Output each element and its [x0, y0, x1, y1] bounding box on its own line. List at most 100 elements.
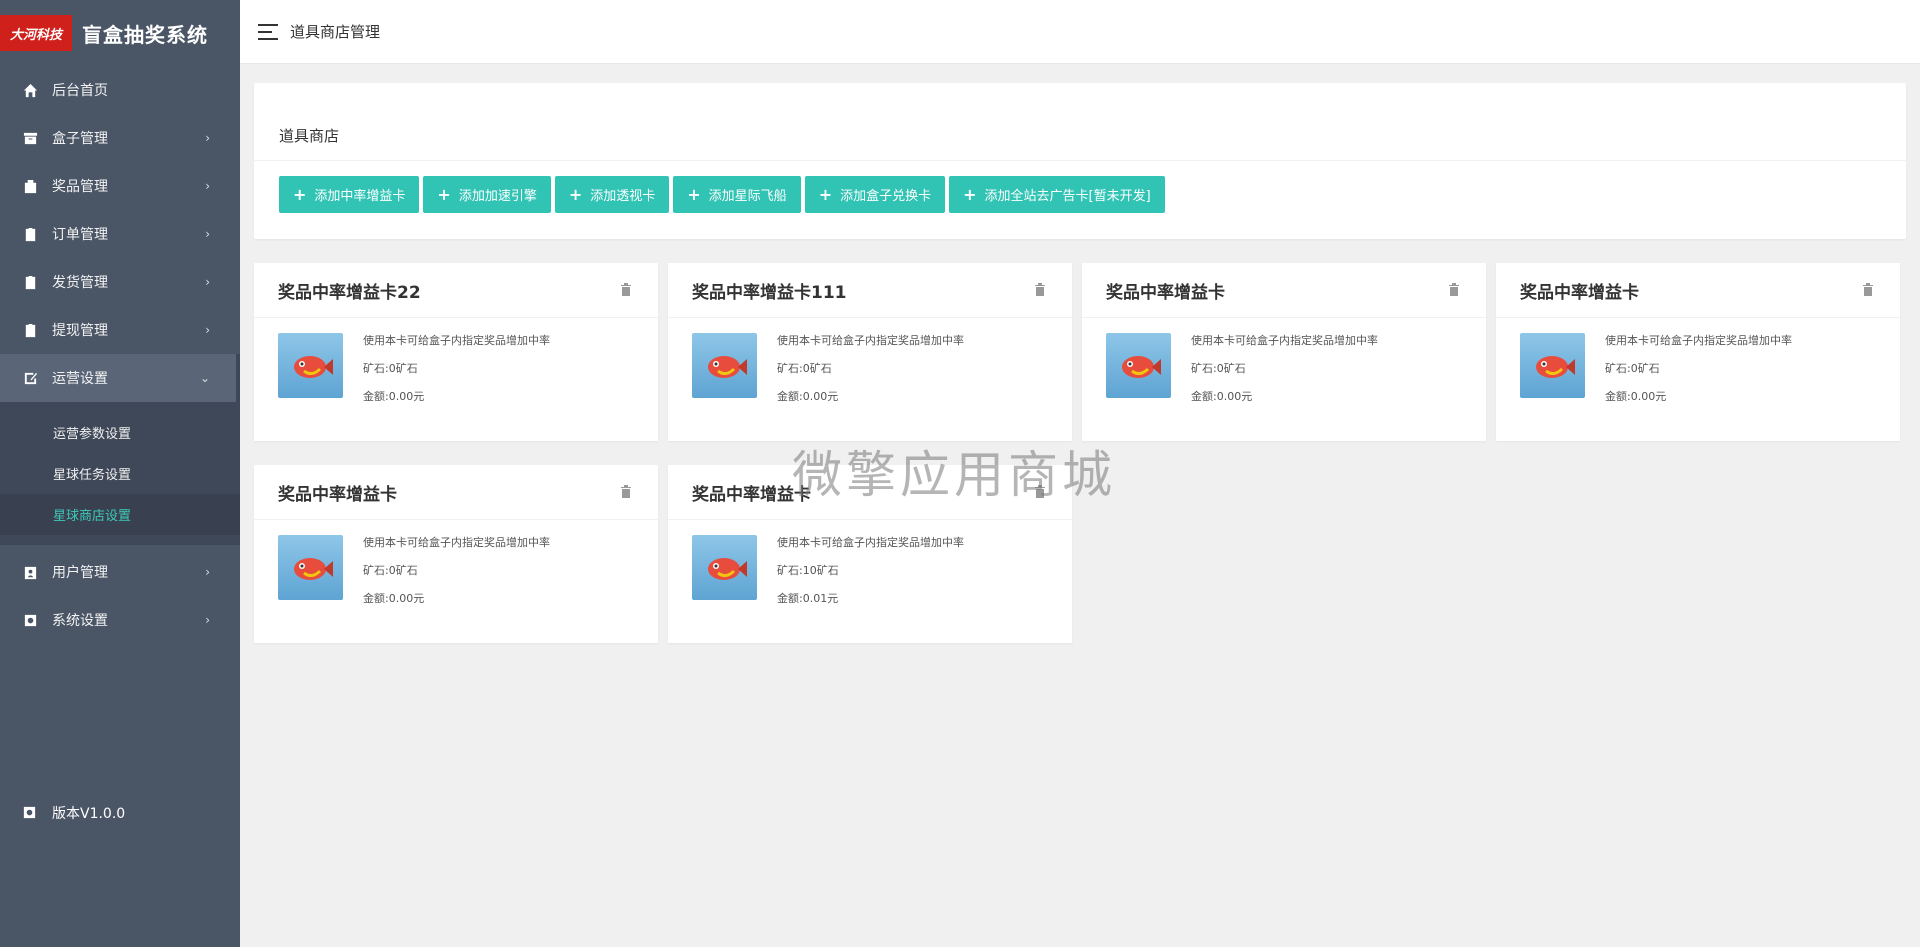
shop-panel: 道具商店 + 添加中率增益卡 + 添加加速引擎 + 添加透视卡 + 添加星际飞船 + 添加… [254, 83, 1906, 239]
card-title: 奖品中率增益卡 [692, 484, 811, 505]
sidebar-item-system[interactable]: 系统设置 › [0, 596, 240, 644]
chevron-right-icon: › [205, 323, 210, 337]
fish-icon [294, 558, 333, 580]
gift-icon [22, 178, 38, 194]
sidebar-subitem-planet-shop[interactable]: 星球商店设置 [0, 494, 240, 535]
sidebar: 大河科技 盲盒抽奖系统 后台首页 盒子管理 › 奖品管理 › 订单管理 › 发货… [0, 0, 240, 947]
sidebar-item-home[interactable]: 后台首页 [0, 66, 240, 114]
card-details: 使用本卡可给盒子内指定奖品增加中率 矿石:0矿石 金额:0.00元 [1605, 333, 1792, 417]
sidebar-item-label: 奖品管理 [52, 179, 108, 195]
plus-icon: + [687, 185, 701, 204]
trash-icon[interactable] [620, 485, 634, 499]
card-header: 奖品中率增益卡111 [668, 263, 1072, 318]
chevron-right-icon: › [205, 275, 210, 289]
main-content: 道具商店 + 添加中率增益卡 + 添加加速引擎 + 添加透视卡 + 添加星际飞船 + 添加… [254, 83, 1906, 643]
card-description: 使用本卡可给盒子内指定奖品增加中率 [777, 334, 964, 347]
card-amount: 金额:0.00元 [363, 592, 425, 605]
home-icon [22, 82, 38, 98]
sidebar-item-label: 后台首页 [52, 83, 108, 99]
card-amount: 金额:0.00元 [363, 390, 425, 403]
card-body: 使用本卡可给盒子内指定奖品增加中率 矿石:0矿石 金额:0.00元 [1082, 318, 1486, 432]
card-thumbnail [692, 535, 757, 600]
card-details: 使用本卡可给盒子内指定奖品增加中率 矿石:0矿石 金额:0.00元 [363, 333, 550, 417]
card-description: 使用本卡可给盒子内指定奖品增加中率 [777, 536, 964, 549]
sidebar-item-label: 订单管理 [52, 227, 108, 243]
sidebar-subitem-operation-params[interactable]: 运营参数设置 [0, 412, 240, 453]
add-starship-button[interactable]: + 添加星际飞船 [673, 176, 801, 213]
add-speed-engine-button[interactable]: + 添加加速引擎 [423, 176, 551, 213]
card-ore: 矿石:0矿石 [777, 362, 832, 375]
chevron-right-icon: › [205, 565, 210, 579]
button-label: 添加中率增益卡 [314, 189, 406, 204]
card-details: 使用本卡可给盒子内指定奖品增加中率 矿石:10矿石 金额:0.01元 [777, 535, 964, 619]
sidebar-item-users[interactable]: 用户管理 › [0, 548, 240, 596]
card-details: 使用本卡可给盒子内指定奖品增加中率 矿石:0矿石 金额:0.00元 [363, 535, 550, 619]
trash-icon[interactable] [1448, 283, 1462, 297]
trash-icon[interactable] [1034, 485, 1048, 499]
card-thumbnail [278, 333, 343, 398]
trash-icon[interactable] [620, 283, 634, 297]
brand-name: 盲盒抽奖系统 [82, 22, 208, 47]
card-body: 使用本卡可给盒子内指定奖品增加中率 矿石:0矿石 金额:0.00元 [1496, 318, 1900, 432]
card-amount: 金额:0.00元 [1605, 390, 1667, 403]
card-thumbnail [1520, 333, 1585, 398]
sidebar-item-prizes[interactable]: 奖品管理 › [0, 162, 240, 210]
card-amount: 金额:0.00元 [1191, 390, 1253, 403]
sidebar-item-label: 发货管理 [52, 275, 108, 291]
sidebar-item-orders[interactable]: 订单管理 › [0, 210, 240, 258]
sidebar-item-operations[interactable]: 运营设置 ⌄ [0, 354, 240, 402]
gear-icon [22, 805, 38, 821]
card-header: 奖品中率增益卡 [668, 465, 1072, 520]
sidebar-item-label: 用户管理 [52, 565, 108, 581]
card-ore: 矿石:10矿石 [777, 564, 839, 577]
chevron-right-icon: › [205, 131, 210, 145]
brand: 大河科技 盲盒抽奖系统 [0, 0, 240, 66]
clipboard-icon [22, 322, 38, 338]
card-ore: 矿石:0矿石 [1605, 362, 1660, 375]
card-header: 奖品中率增益卡 [254, 465, 658, 520]
top-header: 道具商店管理 [240, 0, 1920, 64]
card-header: 奖品中率增益卡 [1082, 263, 1486, 318]
button-row: + 添加中率增益卡 + 添加加速引擎 + 添加透视卡 + 添加星际飞船 + 添加盒子兑换卡… [254, 161, 1906, 213]
card-body: 使用本卡可给盒子内指定奖品增加中率 矿石:0矿石 金额:0.00元 [254, 520, 658, 634]
item-card: 奖品中率增益卡 使用本卡可给盒子内指定奖品增加中率 矿石:0矿石 金额:0.00… [254, 465, 658, 643]
card-description: 使用本卡可给盒子内指定奖品增加中率 [1191, 334, 1378, 347]
item-card: 奖品中率增益卡 使用本卡可给盒子内指定奖品增加中率 矿石:0矿石 金额:0.00… [1082, 263, 1486, 441]
card-description: 使用本卡可给盒子内指定奖品增加中率 [1605, 334, 1792, 347]
card-details: 使用本卡可给盒子内指定奖品增加中率 矿石:0矿石 金额:0.00元 [777, 333, 964, 417]
add-no-ads-card-button[interactable]: + 添加全站去广告卡[暂未开发] [949, 176, 1165, 213]
add-rate-boost-card-button[interactable]: + 添加中率增益卡 [279, 176, 420, 213]
button-label: 添加加速引擎 [458, 189, 537, 204]
sidebar-subitem-planet-tasks[interactable]: 星球任务设置 [0, 453, 240, 494]
button-label: 添加盒子兑换卡 [840, 189, 932, 204]
plus-icon: + [818, 185, 833, 204]
card-title: 奖品中率增益卡111 [692, 282, 847, 303]
card-ore: 矿石:0矿石 [1191, 362, 1246, 375]
add-box-exchange-card-button[interactable]: + 添加盒子兑换卡 [804, 176, 946, 213]
card-ore: 矿石:0矿石 [363, 564, 418, 577]
card-thumbnail [692, 333, 757, 398]
clipboard-icon [22, 226, 38, 242]
sidebar-item-withdraw[interactable]: 提现管理 › [0, 306, 240, 354]
card-body: 使用本卡可给盒子内指定奖品增加中率 矿石:10矿石 金额:0.01元 [668, 520, 1072, 634]
trash-icon[interactable] [1862, 283, 1876, 297]
card-thumbnail [1106, 333, 1171, 398]
card-body: 使用本卡可给盒子内指定奖品增加中率 矿石:0矿石 金额:0.00元 [254, 318, 658, 432]
add-xray-card-button[interactable]: + 添加透视卡 [554, 176, 670, 213]
card-title: 奖品中率增益卡 [278, 484, 397, 505]
user-icon [22, 564, 38, 580]
card-title: 奖品中率增益卡 [1106, 282, 1225, 303]
sidebar-item-label: 运营设置 [52, 371, 108, 387]
sidebar-item-shipping[interactable]: 发货管理 › [0, 258, 240, 306]
card-details: 使用本卡可给盒子内指定奖品增加中率 矿石:0矿石 金额:0.00元 [1191, 333, 1378, 417]
chevron-right-icon: › [205, 227, 210, 241]
sidebar-item-boxes[interactable]: 盒子管理 › [0, 114, 240, 162]
clipboard-icon [22, 274, 38, 290]
item-card: 奖品中率增益卡22 使用本卡可给盒子内指定奖品增加中率 矿石:0矿石 金额:0.… [254, 263, 658, 441]
menu-toggle-icon[interactable] [258, 23, 278, 40]
gear-icon [22, 612, 38, 628]
card-thumbnail [278, 535, 343, 600]
trash-icon[interactable] [1034, 283, 1048, 297]
card-header: 奖品中率增益卡22 [254, 263, 658, 318]
fish-icon [1536, 356, 1575, 378]
